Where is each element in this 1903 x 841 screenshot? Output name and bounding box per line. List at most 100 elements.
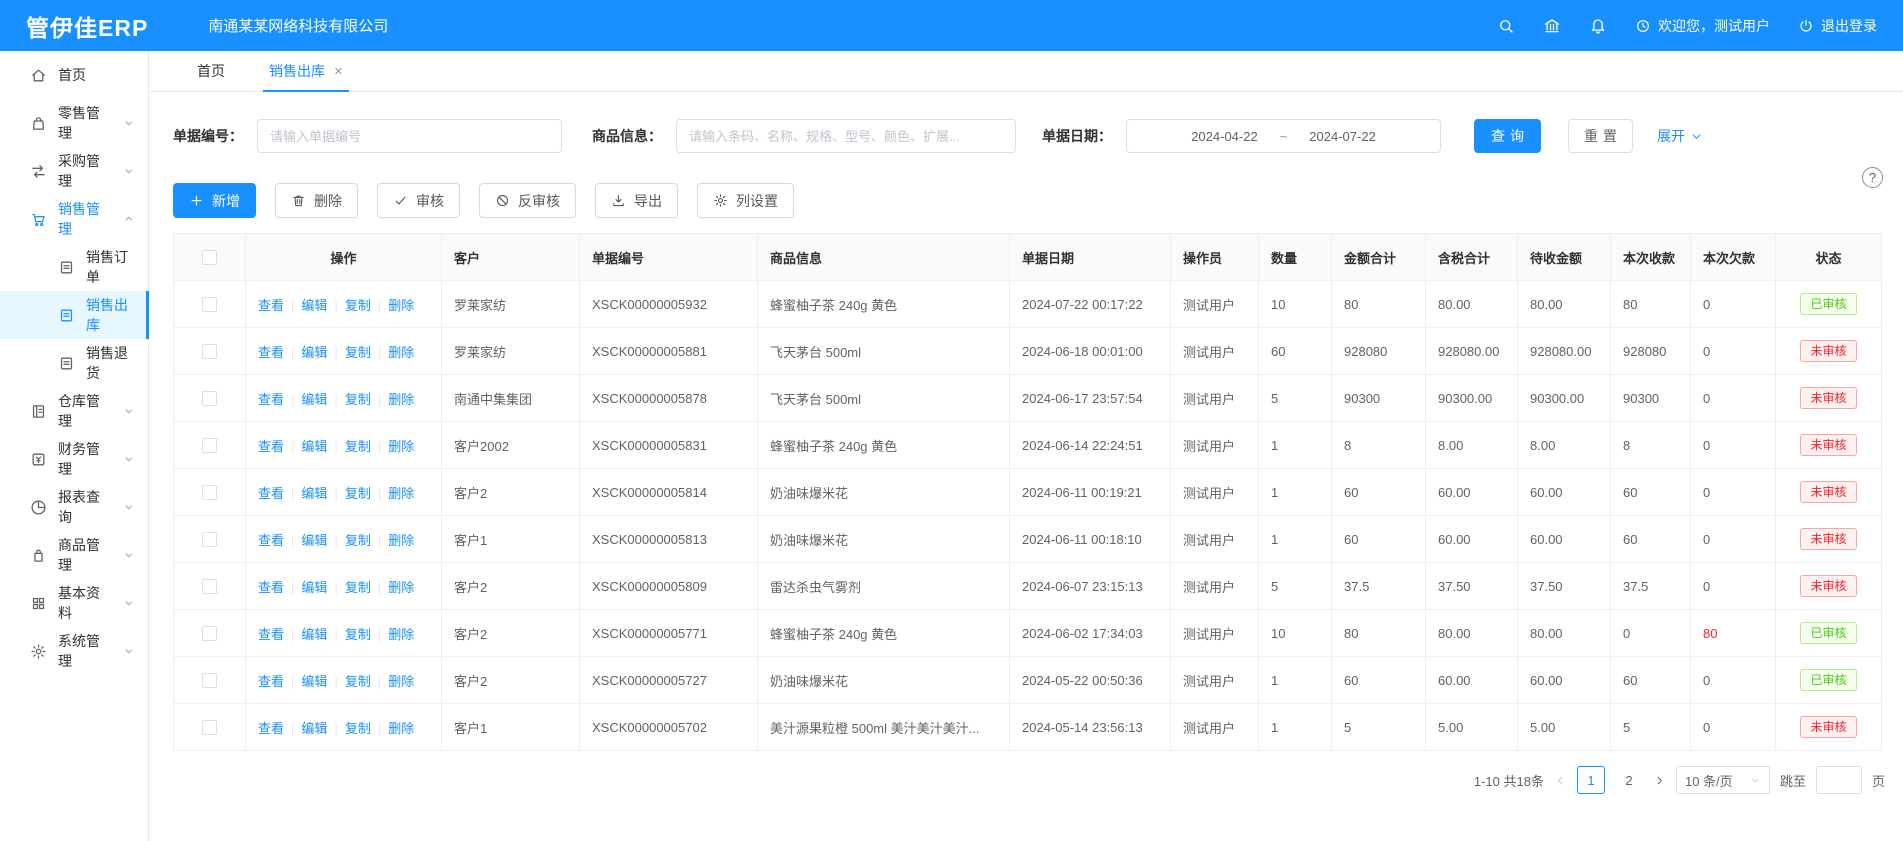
action-view-link[interactable]: 查看 <box>258 345 284 360</box>
doc-no-input[interactable] <box>257 119 562 153</box>
sidebar-item-sales-return[interactable]: 销售退货 <box>0 339 148 387</box>
row-checkbox[interactable] <box>202 344 217 359</box>
action-view-link[interactable]: 查看 <box>258 439 284 454</box>
sidebar-item-product[interactable]: 商品管理 <box>0 531 148 579</box>
column-settings-button[interactable]: 列设置 <box>697 183 794 218</box>
action-copy-link[interactable]: 复制 <box>345 580 371 595</box>
row-checkbox[interactable] <box>202 720 217 735</box>
action-edit-link[interactable]: 编辑 <box>301 533 327 548</box>
sidebar-item-retail[interactable]: 零售管理 <box>0 99 148 147</box>
action-copy-link[interactable]: 复制 <box>345 345 371 360</box>
tab-home-label: 首页 <box>197 61 225 81</box>
column-header: 操作 <box>246 234 442 281</box>
delete-button[interactable]: 删除 <box>275 183 358 218</box>
action-edit-link[interactable]: 编辑 <box>301 439 327 454</box>
action-edit-link[interactable]: 编辑 <box>301 627 327 642</box>
doc-no-cell: XSCK00000005881 <box>580 328 758 375</box>
bell-icon[interactable] <box>1589 17 1607 35</box>
action-delete-link[interactable]: 删除 <box>388 580 414 595</box>
prev-page-button[interactable] <box>1554 774 1567 787</box>
audit-button[interactable]: 审核 <box>377 183 460 218</box>
receivable-cell: 80.00 <box>1518 610 1611 657</box>
page-size-select[interactable]: 10 条/页 <box>1676 766 1770 794</box>
logout-button[interactable]: 退出登录 <box>1798 16 1877 36</box>
row-checkbox[interactable] <box>202 673 217 688</box>
action-delete-link[interactable]: 删除 <box>388 486 414 501</box>
action-view-link[interactable]: 查看 <box>258 533 284 548</box>
welcome-user[interactable]: 欢迎您，测试用户 <box>1635 16 1770 36</box>
date-start-value[interactable]: 2024-04-22 <box>1191 129 1258 144</box>
add-button[interactable]: 新增 <box>173 183 256 218</box>
sidebar-item-home[interactable]: 首页 <box>0 51 148 99</box>
action-copy-link[interactable]: 复制 <box>345 674 371 689</box>
customer-cell: 客户1 <box>442 516 580 563</box>
row-checkbox[interactable] <box>202 438 217 453</box>
export-button[interactable]: 导出 <box>595 183 678 218</box>
page-number-1[interactable]: 1 <box>1577 766 1605 794</box>
action-edit-link[interactable]: 编辑 <box>301 392 327 407</box>
sidebar-item-sales-outbound[interactable]: 销售出库 <box>0 291 148 339</box>
action-view-link[interactable]: 查看 <box>258 392 284 407</box>
bank-icon[interactable] <box>1543 17 1561 35</box>
action-copy-link[interactable]: 复制 <box>345 486 371 501</box>
sidebar-item-warehouse[interactable]: 仓库管理 <box>0 387 148 435</box>
jump-page-input[interactable] <box>1816 766 1862 794</box>
query-button[interactable]: 查询 <box>1474 119 1541 153</box>
sidebar-item-sales[interactable]: 销售管理 <box>0 195 148 243</box>
page-number-2[interactable]: 2 <box>1615 766 1643 794</box>
action-delete-link[interactable]: 删除 <box>388 392 414 407</box>
reset-button[interactable]: 重置 <box>1568 119 1633 153</box>
action-delete-link[interactable]: 删除 <box>388 721 414 736</box>
sidebar-item-sales-order[interactable]: 销售订单 <box>0 243 148 291</box>
next-page-button[interactable] <box>1653 774 1666 787</box>
search-icon[interactable] <box>1497 17 1515 35</box>
row-checkbox[interactable] <box>202 391 217 406</box>
action-edit-link[interactable]: 编辑 <box>301 486 327 501</box>
action-delete-link[interactable]: 删除 <box>388 533 414 548</box>
select-all-checkbox[interactable] <box>202 250 217 265</box>
action-copy-link[interactable]: 复制 <box>345 721 371 736</box>
action-view-link[interactable]: 查看 <box>258 674 284 689</box>
action-copy-link[interactable]: 复制 <box>345 627 371 642</box>
sidebar-item-finance[interactable]: 财务管理 <box>0 435 148 483</box>
action-delete-link[interactable]: 删除 <box>388 627 414 642</box>
unaudit-button[interactable]: 反审核 <box>479 183 576 218</box>
sidebar-item-purchase[interactable]: 采购管理 <box>0 147 148 195</box>
action-view-link[interactable]: 查看 <box>258 627 284 642</box>
action-view-link[interactable]: 查看 <box>258 721 284 736</box>
tab-close-icon[interactable]: × <box>334 64 343 79</box>
tab-home[interactable]: 首页 <box>175 51 247 91</box>
product-info-input[interactable] <box>676 119 1016 153</box>
sidebar-item-basic[interactable]: 基本资料 <box>0 579 148 627</box>
action-delete-link[interactable]: 删除 <box>388 674 414 689</box>
row-checkbox[interactable] <box>202 297 217 312</box>
sidebar-item-report[interactable]: 报表查询 <box>0 483 148 531</box>
action-delete-link[interactable]: 删除 <box>388 298 414 313</box>
action-edit-link[interactable]: 编辑 <box>301 298 327 313</box>
action-copy-link[interactable]: 复制 <box>345 439 371 454</box>
row-checkbox[interactable] <box>202 532 217 547</box>
date-end-value[interactable]: 2024-07-22 <box>1309 129 1376 144</box>
action-copy-link[interactable]: 复制 <box>345 392 371 407</box>
content: 单据编号： 商品信息： 单据日期： 2024-04-22 ~ 2024-07-2… <box>149 119 1903 794</box>
action-edit-link[interactable]: 编辑 <box>301 721 327 736</box>
action-view-link[interactable]: 查看 <box>258 580 284 595</box>
date-range-picker[interactable]: 2024-04-22 ~ 2024-07-22 <box>1126 119 1441 153</box>
customer-cell: 罗莱家纺 <box>442 281 580 328</box>
action-view-link[interactable]: 查看 <box>258 486 284 501</box>
action-edit-link[interactable]: 编辑 <box>301 345 327 360</box>
action-edit-link[interactable]: 编辑 <box>301 674 327 689</box>
sidebar-item-system[interactable]: 系统管理 <box>0 627 148 675</box>
action-view-link[interactable]: 查看 <box>258 298 284 313</box>
expand-toggle[interactable]: 展开 <box>1657 126 1703 146</box>
action-copy-link[interactable]: 复制 <box>345 298 371 313</box>
action-delete-link[interactable]: 删除 <box>388 345 414 360</box>
chevron-down-icon <box>123 117 134 129</box>
row-checkbox[interactable] <box>202 579 217 594</box>
action-delete-link[interactable]: 删除 <box>388 439 414 454</box>
tab-sales-outbound[interactable]: 销售出库 × <box>247 51 365 91</box>
action-edit-link[interactable]: 编辑 <box>301 580 327 595</box>
row-checkbox[interactable] <box>202 485 217 500</box>
action-copy-link[interactable]: 复制 <box>345 533 371 548</box>
row-checkbox[interactable] <box>202 626 217 641</box>
